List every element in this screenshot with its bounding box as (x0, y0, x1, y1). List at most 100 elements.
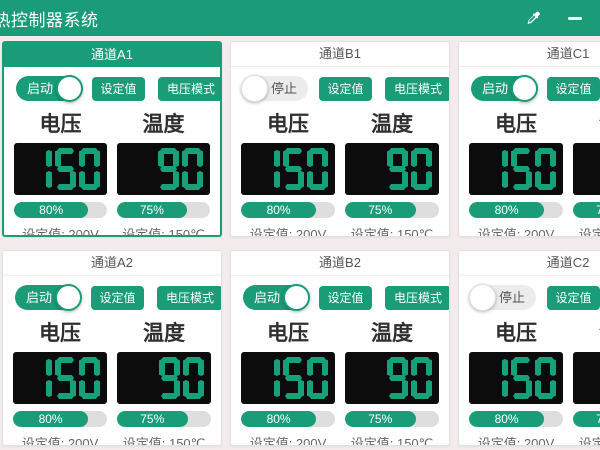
temperature-column: 温度 75% 设定值: 150℃ (117, 104, 210, 237)
seg-digit-5 (511, 357, 532, 399)
seg-digit-5 (283, 357, 304, 399)
temperature-setpoint: 设定值: 150℃ (345, 433, 439, 446)
temperature-label: 温度 (345, 108, 439, 138)
seg-digit-5 (55, 148, 76, 190)
temperature-progress: 75% (573, 411, 600, 427)
toggle-label: 停止 (499, 285, 525, 310)
channel-card-A1: 通道A1 启动 设定值 电压模式 电压 80% 设定值: 200V 温度 (2, 41, 222, 237)
power-toggle[interactable]: 停止 (243, 76, 308, 101)
channel-title[interactable]: 通道B2 (231, 251, 449, 276)
voltage-setpoint: 设定值: 200V (241, 224, 335, 237)
seg-digit-1 (259, 357, 280, 399)
temperature-display (345, 143, 439, 195)
seg-digit-9 (387, 148, 408, 190)
power-toggle[interactable]: 启动 (15, 285, 80, 310)
voltage-progress: 80% (241, 202, 335, 218)
setpoint-button[interactable]: 设定值 (91, 286, 144, 310)
voltage-display (241, 143, 335, 195)
channel-title[interactable]: 通道A2 (3, 251, 221, 276)
voltage-column: 电压 80% 设定值: 200V (241, 104, 335, 237)
toggle-knob (56, 75, 83, 102)
channel-title-label: 通道B2 (319, 255, 361, 270)
channel-title-label: 通道A2 (91, 255, 133, 270)
seg-digit-0 (307, 357, 328, 399)
channel-card-C1: 通道C1 启动 设定值 电压模式 电压 80% 设定值: 200V 温度 (458, 41, 600, 237)
temperature-display (573, 143, 600, 195)
channel-title[interactable]: 通道A1 (4, 43, 220, 67)
titlebar: 加热控制器系统 (0, 0, 600, 36)
toggle-label: 启动 (254, 285, 280, 310)
setpoint-button[interactable]: 设定值 (547, 286, 600, 310)
power-toggle[interactable]: 启动 (471, 76, 536, 101)
channel-meters: 电压 80% 设定值: 200V 温度 75% 设定值: 150℃ (4, 104, 220, 237)
seg-digit-0 (182, 148, 203, 190)
voltage-display (469, 143, 563, 195)
channel-card-A2: 通道A2 启动 设定值 电压模式 电压 80% 设定值: 200V 温度 (2, 250, 222, 446)
temperature-progress-fill: 75% (345, 202, 416, 218)
voltage-mode-button[interactable]: 电压模式 (385, 77, 450, 101)
toggle-label: 启动 (27, 76, 53, 101)
voltage-setpoint: 设定值: 200V (14, 224, 107, 237)
temperature-display (117, 352, 211, 404)
channel-meters: 电压 80% 设定值: 200V 温度 75% 设定值: 150℃ (3, 313, 221, 446)
voltage-mode-button[interactable]: 电压模式 (157, 286, 222, 310)
temperature-progress: 75% (117, 411, 211, 427)
temperature-column: 温度 75% 设定值: 150℃ (573, 313, 600, 446)
temperature-progress-fill: 75% (345, 411, 416, 427)
seg-digit-1 (31, 148, 52, 190)
power-toggle[interactable]: 停止 (471, 285, 536, 310)
power-toggle[interactable]: 启动 (243, 285, 308, 310)
seg-digit-5 (55, 357, 76, 399)
channel-title[interactable]: 通道C2 (459, 251, 600, 276)
temperature-progress: 75% (345, 411, 439, 427)
seg-digit-1 (31, 357, 52, 399)
channel-title-label: 通道A1 (91, 47, 133, 62)
voltage-display (13, 352, 107, 404)
voltage-display (14, 143, 107, 195)
voltage-label: 电压 (469, 317, 563, 347)
voltage-progress-fill: 80% (241, 411, 316, 427)
power-toggle[interactable]: 启动 (16, 76, 81, 101)
seg-digit-0 (411, 148, 432, 190)
voltage-progress-fill: 80% (469, 411, 544, 427)
toggle-knob (55, 284, 82, 311)
voltage-mode-button[interactable]: 电压模式 (158, 77, 222, 101)
seg-digit-1 (487, 148, 508, 190)
temperature-setpoint: 设定值: 150℃ (345, 224, 439, 237)
minimize-button[interactable] (566, 9, 584, 27)
channel-card-C2: 通道C2 停止 设定值 电压模式 电压 80% 设定值: 200V 温度 (458, 250, 600, 446)
temperature-setpoint: 设定值: 150℃ (573, 433, 600, 446)
setpoint-button[interactable]: 设定值 (319, 77, 372, 101)
window-title: 加热控制器系统 (0, 6, 99, 31)
channel-controls: 停止 设定值 电压模式 (231, 67, 449, 104)
eyedropper-icon[interactable] (524, 9, 542, 27)
temperature-display (345, 352, 439, 404)
voltage-display (241, 352, 335, 404)
voltage-setpoint: 设定值: 200V (469, 433, 563, 446)
channel-title[interactable]: 通道C1 (459, 42, 600, 67)
temperature-progress: 75% (345, 202, 439, 218)
channel-meters: 电压 80% 设定值: 200V 温度 75% 设定值: 150℃ (231, 313, 449, 446)
setpoint-button[interactable]: 设定值 (92, 77, 145, 101)
voltage-label: 电压 (14, 108, 107, 138)
seg-digit-0 (535, 148, 556, 190)
temperature-display (573, 352, 600, 404)
seg-digit-9 (158, 148, 179, 190)
toggle-label: 停止 (271, 76, 297, 101)
channel-controls: 启动 设定值 电压模式 (231, 276, 449, 313)
voltage-column: 电压 80% 设定值: 200V (14, 104, 107, 237)
voltage-mode-button[interactable]: 电压模式 (385, 286, 450, 310)
voltage-label: 电压 (241, 317, 335, 347)
setpoint-button[interactable]: 设定值 (547, 77, 600, 101)
temperature-label: 温度 (345, 317, 439, 347)
voltage-column: 电压 80% 设定值: 200V (241, 313, 335, 446)
setpoint-button[interactable]: 设定值 (319, 286, 372, 310)
titlebar-icons (524, 9, 584, 27)
seg-digit-0 (307, 148, 328, 190)
temperature-label: 温度 (573, 108, 600, 138)
voltage-label: 电压 (13, 317, 107, 347)
voltage-setpoint: 设定值: 200V (469, 224, 563, 237)
channel-title[interactable]: 通道B1 (231, 42, 449, 67)
channel-meters: 电压 80% 设定值: 200V 温度 75% 设定值: 150℃ (231, 104, 449, 237)
channel-meters: 电压 80% 设定值: 200V 温度 75% 设定值: 150℃ (459, 313, 600, 446)
